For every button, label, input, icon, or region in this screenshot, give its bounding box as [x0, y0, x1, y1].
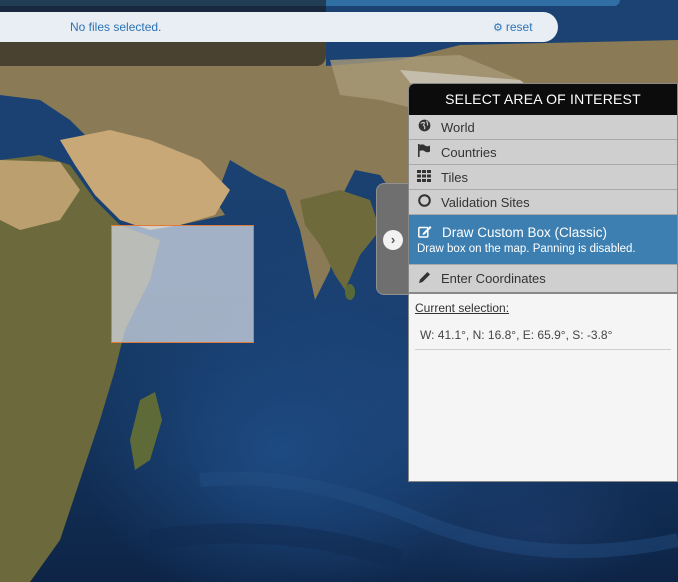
grid-icon [416, 169, 432, 185]
gears-icon: ⚙ [493, 21, 503, 34]
menu-item-label: Enter Coordinates [441, 271, 546, 286]
pencil-icon [416, 271, 432, 287]
menu-item-tiles[interactable]: Tiles [409, 165, 677, 190]
menu-item-draw-custom-box[interactable]: Draw Custom Box (Classic) Draw box on th… [409, 215, 677, 265]
menu-item-world[interactable]: World [409, 115, 677, 140]
menu-item-label: World [441, 119, 475, 135]
madagascar-land [130, 392, 162, 470]
draw-box-hint: Draw box on the map. Panning is disabled… [417, 242, 636, 255]
current-selection-value: W: 41.1°, N: 16.8°, E: 65.9°, S: -3.8° [415, 328, 671, 350]
edit-icon [417, 225, 433, 241]
current-selection-title: Current selection: [415, 301, 510, 315]
circle-icon [416, 194, 432, 210]
selected-area-box[interactable] [111, 225, 254, 343]
menu-item-label: Tiles [441, 169, 468, 185]
menu-item-label: Validation Sites [441, 194, 530, 210]
chevron-right-circle-icon[interactable]: › [383, 230, 403, 250]
menu-item-label: Countries [441, 144, 497, 160]
panel-title: SELECT AREA OF INTEREST [409, 84, 677, 115]
menu-item-countries[interactable]: Countries [409, 140, 677, 165]
file-bar: No files selected. ⚙ reset [0, 12, 558, 42]
menu-item-validation-sites[interactable]: Validation Sites [409, 190, 677, 215]
globe-icon [416, 119, 432, 135]
menu-item-label: Draw Custom Box (Classic) [442, 225, 608, 240]
reset-button[interactable]: ⚙ reset [493, 20, 533, 34]
file-status-text: No files selected. [70, 20, 162, 34]
menu-item-enter-coordinates[interactable]: Enter Coordinates [409, 265, 677, 294]
flag-icon [416, 144, 432, 160]
area-of-interest-panel: SELECT AREA OF INTEREST World Countries … [408, 83, 678, 482]
reset-label: reset [505, 20, 533, 34]
current-selection: Current selection: W: 41.1°, N: 16.8°, E… [409, 294, 677, 350]
